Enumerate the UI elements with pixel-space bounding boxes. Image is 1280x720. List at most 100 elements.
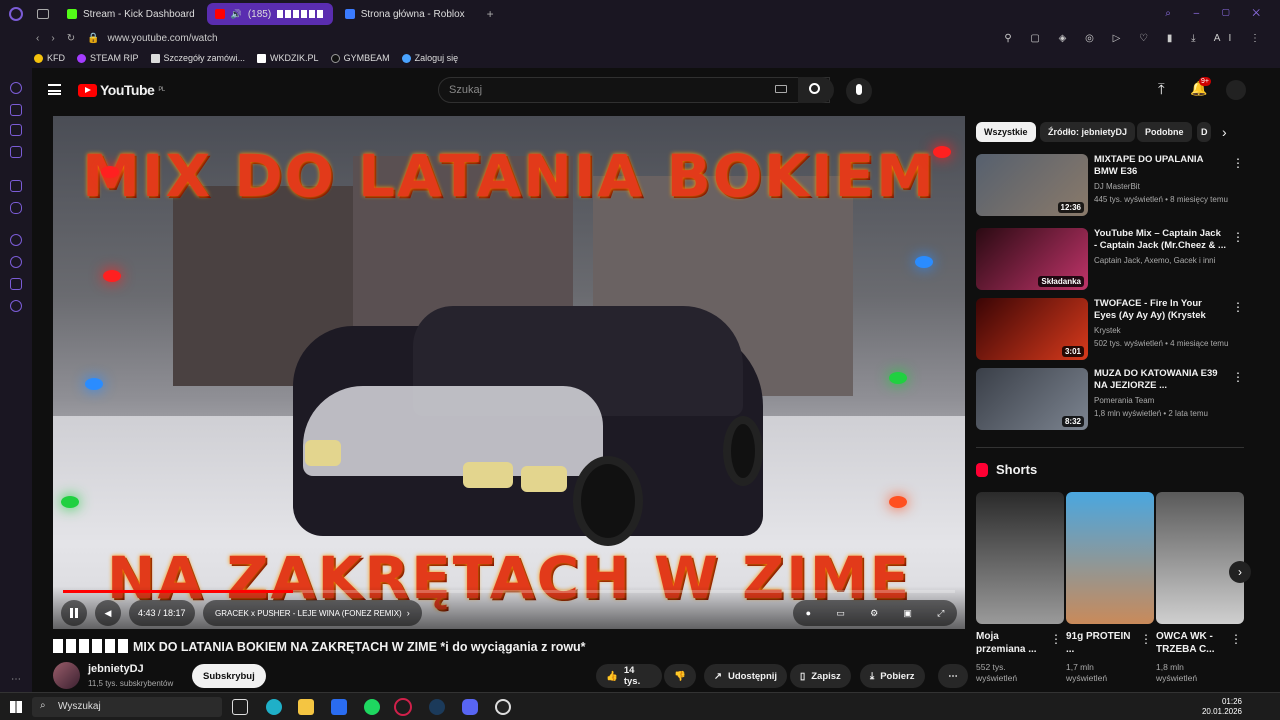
tab-youtube[interactable]: 🔊 (185): [206, 3, 333, 25]
search-input[interactable]: Szukaj: [438, 77, 830, 103]
sidebar-twitch-icon[interactable]: [10, 180, 22, 192]
bookmark-wkdzik[interactable]: WKDZIK.PL: [257, 53, 319, 63]
window-controls[interactable]: ⌕ – ▢ ✕: [1165, 8, 1270, 19]
subscribe-button[interactable]: Subskrybuj: [192, 664, 266, 688]
recommendation-channel[interactable]: Pomerania Team: [1094, 396, 1154, 405]
chip-related[interactable]: Podobne: [1137, 122, 1192, 142]
more-options-icon[interactable]: ⋮: [1232, 370, 1244, 384]
more-options-icon[interactable]: ⋮: [1232, 230, 1244, 244]
reload-icon[interactable]: ↻: [67, 33, 75, 44]
recommendation-item[interactable]: 3:01 TWOFACE - Fire In Your Eyes (Ay Ay A…: [976, 298, 1246, 362]
speaker-icon[interactable]: 🔊: [231, 9, 242, 20]
forward-icon[interactable]: ›: [51, 33, 54, 44]
sidebar-bookmark-icon[interactable]: [10, 124, 22, 136]
youtube-logo[interactable]: YouTube PL: [78, 82, 165, 98]
opera-logo-icon[interactable]: [9, 7, 23, 21]
voice-search-button[interactable]: [846, 78, 872, 104]
tab-kick[interactable]: Stream - Kick Dashboard: [59, 3, 203, 25]
taskbar-search[interactable]: ⌕ Wyszukaj: [32, 697, 222, 717]
sidebar-extensions-icon[interactable]: [10, 278, 22, 290]
tab-roblox[interactable]: Strona główna - Roblox: [337, 3, 473, 25]
recommendation-title[interactable]: YouTube Mix – Captain Jack - Captain Jac…: [1094, 228, 1226, 252]
short-thumbnail[interactable]: [1156, 492, 1244, 624]
bookmark-steam-rip[interactable]: STEAM RIP: [77, 53, 139, 63]
menu-icon[interactable]: [48, 84, 61, 95]
browser-toolbar-icons[interactable]: ⚲ ▢ ◈ ◎ ▷ ♡ ▮ ⤓ AI ⋮: [1004, 33, 1268, 44]
short-more-options-icon[interactable]: ⋮: [1230, 632, 1242, 646]
chip-all[interactable]: Wszystkie: [976, 122, 1036, 142]
video-thumbnail[interactable]: 8:32: [976, 368, 1088, 430]
more-actions-button[interactable]: ⋯: [938, 664, 968, 688]
start-button[interactable]: [10, 701, 22, 713]
recommendation-title[interactable]: MIXTAPE DO UPALANIA BMW E36: [1094, 154, 1226, 178]
edge-icon[interactable]: [266, 699, 282, 715]
discord-icon[interactable]: [462, 699, 478, 715]
dislike-button[interactable]: 👎: [664, 664, 696, 688]
short-title[interactable]: 91g PROTEIN ...: [1066, 630, 1138, 656]
recommendation-item[interactable]: 12:36 MIXTAPE DO UPALANIA BMW E36 DJ Maste…: [976, 154, 1246, 218]
recommendation-channel[interactable]: DJ MasterBit: [1094, 182, 1140, 191]
theater-mode-icon[interactable]: ▣: [903, 608, 912, 619]
recommendation-channel[interactable]: Krystek: [1094, 326, 1121, 335]
video-player[interactable]: MIX DO LATANIA BOKIEM NA ZAKRĘTACH W ZIM…: [53, 116, 965, 629]
sidebar-settings-icon[interactable]: [10, 300, 22, 312]
channel-name[interactable]: jebnietyDJ: [88, 663, 144, 675]
short-more-options-icon[interactable]: ⋮: [1050, 632, 1062, 646]
short-thumbnail[interactable]: [976, 492, 1064, 624]
bookmark-login[interactable]: Zaloguj się: [401, 53, 458, 63]
chapter-button[interactable]: GRACEK x PUSHER - LEJE WINA (FONEZ REMIX…: [203, 600, 422, 626]
more-options-icon[interactable]: ⋮: [1232, 156, 1244, 170]
recommendation-item[interactable]: 8:32 MUZA DO KATOWANIA E39 NA JEZIORZE ..…: [976, 368, 1246, 432]
back-icon[interactable]: ‹: [36, 33, 39, 44]
workspaces-icon[interactable]: [37, 9, 49, 19]
short-title[interactable]: Moja przemiana ...: [976, 630, 1048, 656]
steam-icon[interactable]: [429, 699, 445, 715]
sidebar-more-icon[interactable]: ⋯: [11, 674, 21, 685]
progress-bar[interactable]: [63, 590, 955, 593]
video-thumbnail[interactable]: 3:01: [976, 298, 1088, 360]
sidebar-player-icon[interactable]: [10, 234, 22, 246]
recommendation-item[interactable]: Składanka YouTube Mix – Captain Jack - Ca…: [976, 228, 1246, 292]
file-explorer-icon[interactable]: [298, 699, 314, 715]
channel-avatar[interactable]: [53, 662, 80, 689]
sidebar-history-icon[interactable]: [10, 256, 22, 268]
account-avatar[interactable]: [1226, 80, 1246, 100]
recommendation-channel[interactable]: Captain Jack, Axemo, Gacek i inni: [1094, 256, 1215, 265]
sidebar-mail-icon[interactable]: [10, 146, 22, 158]
like-button[interactable]: 👍 14 tys.: [596, 664, 662, 688]
share-button[interactable]: ↗ Udostępnij: [704, 664, 788, 688]
mail-icon[interactable]: [331, 699, 347, 715]
video-thumbnail[interactable]: Składanka: [976, 228, 1088, 290]
video-thumbnail[interactable]: 12:36: [976, 154, 1088, 216]
save-button[interactable]: ▯ Zapisz: [790, 664, 851, 688]
task-view-icon[interactable]: [232, 699, 248, 715]
recommendation-title[interactable]: MUZA DO KATOWANIA E39 NA JEZIORZE ...: [1094, 368, 1226, 392]
shorts-next-button[interactable]: ›: [1229, 561, 1251, 583]
short-thumbnail[interactable]: [1066, 492, 1154, 624]
bookmark-gymbeam[interactable]: GYMBEAM: [330, 53, 390, 63]
sidebar-aria-icon[interactable]: [10, 82, 22, 94]
opera-gx-icon[interactable]: [394, 698, 412, 716]
system-clock[interactable]: 01:26 20.01.2026: [1202, 697, 1242, 717]
more-options-icon[interactable]: ⋮: [1232, 300, 1244, 314]
volume-button[interactable]: ◀: [95, 600, 121, 626]
upload-icon[interactable]: ⤒: [1158, 81, 1165, 98]
bookmark-kfd[interactable]: KFD: [34, 53, 65, 63]
bookmark-order[interactable]: Szczegóły zamówi...: [150, 53, 245, 63]
chips-next-icon[interactable]: ›: [1222, 124, 1227, 140]
new-tab-button[interactable]: +: [487, 7, 494, 21]
recommendation-title[interactable]: TWOFACE - Fire In Your Eyes (Ay Ay Ay) (…: [1094, 298, 1226, 322]
keyboard-icon[interactable]: [775, 85, 787, 93]
obs-icon[interactable]: [495, 699, 511, 715]
autoplay-toggle[interactable]: ●: [806, 608, 811, 618]
fullscreen-icon[interactable]: ⤢: [937, 608, 944, 619]
chip-more[interactable]: D: [1197, 122, 1211, 142]
url-field[interactable]: www.youtube.com/watch: [108, 33, 218, 44]
notifications-button[interactable]: 🔔 9+: [1190, 77, 1211, 97]
short-title[interactable]: OWCA WK - TRZEBA C...: [1156, 630, 1228, 656]
chip-source[interactable]: Źródło: jebnietyDJ: [1040, 122, 1136, 142]
sidebar-discord-icon[interactable]: [10, 202, 22, 214]
spotify-icon[interactable]: [364, 699, 380, 715]
subtitles-icon[interactable]: ▭: [836, 608, 845, 619]
sidebar-crypto-icon[interactable]: [10, 104, 22, 116]
